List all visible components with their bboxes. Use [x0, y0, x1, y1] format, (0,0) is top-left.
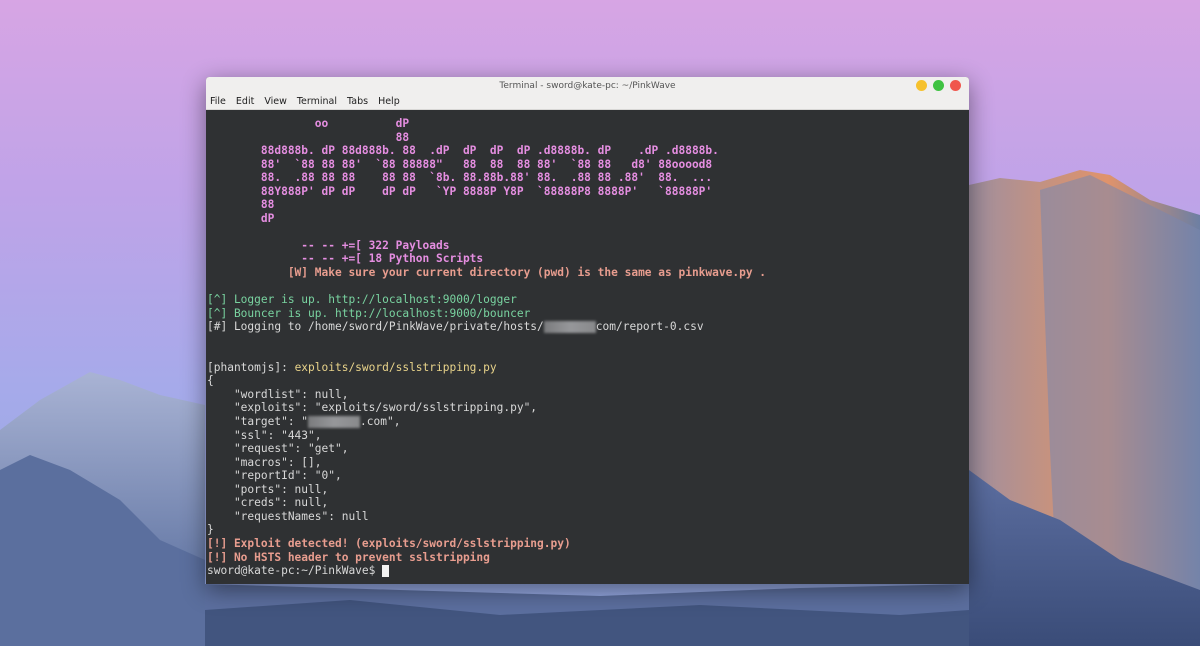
- banner-warning: [W] Make sure your current directory (pw…: [207, 266, 767, 280]
- minimize-button[interactable]: [916, 80, 927, 91]
- menu-file[interactable]: File: [210, 96, 226, 107]
- menu-tabs[interactable]: Tabs: [347, 96, 368, 107]
- json-target-line: "target": " .com",: [207, 415, 969, 429]
- bouncer-status: [^] Bouncer is up. http://localhost:9000…: [207, 306, 531, 320]
- json-line: "exploits": "exploits/sword/sslstripping…: [207, 401, 538, 415]
- redacted-target: [308, 416, 361, 429]
- maximize-button[interactable]: [933, 80, 944, 91]
- banner-payloads: -- -- +=[ 322 Payloads: [207, 238, 450, 252]
- target-prefix: "target": ": [207, 415, 309, 429]
- exploit-detected: [!] Exploit detected! (exploits/sword/ss…: [207, 536, 571, 550]
- text-cursor: [382, 565, 390, 578]
- ascii-art-line: 88Y888P' dP dP dP dP `YP 8888P Y8P `8888…: [207, 184, 713, 198]
- ascii-art-line: 88. .88 88 88 88 88 `8b. 88.88b.88' 88. …: [207, 171, 713, 185]
- json-line: "ssl": "443",: [207, 428, 322, 442]
- phantomjs-prefix: [phantomjs]:: [207, 360, 295, 374]
- banner-scripts: -- -- +=[ 18 Python Scripts: [207, 252, 484, 266]
- json-line: "ports": null,: [207, 482, 329, 496]
- phantomjs-line: [phantomjs]: exploits/sword/sslstripping…: [207, 361, 969, 375]
- phantomjs-script: exploits/sword/sslstripping.py: [294, 360, 497, 374]
- no-hsts-warning: [!] No HSTS header to prevent sslstrippi…: [207, 550, 490, 564]
- shell-prompt: sword@kate-pc:~/PinkWave$: [207, 564, 383, 578]
- ascii-art-line: 88' `88 88 88' `88 88888" 88 88 88 88' `…: [207, 157, 713, 171]
- close-button[interactable]: [950, 80, 961, 91]
- ascii-art-line: dP: [207, 211, 275, 225]
- menu-help[interactable]: Help: [378, 96, 400, 107]
- target-suffix: .com",: [360, 415, 401, 429]
- json-line: "requestNames": null: [207, 509, 369, 523]
- logging-prefix: [#] Logging to /home/sword/PinkWave/priv…: [207, 320, 544, 334]
- menu-view[interactable]: View: [264, 96, 287, 107]
- terminal-window: Terminal - sword@kate-pc: ~/PinkWave Fil…: [206, 77, 969, 584]
- ascii-art-line: 88d888b. dP 88d888b. 88 .dP dP dP dP .d8…: [207, 144, 719, 158]
- json-line: "request": "get",: [207, 442, 349, 456]
- shell-prompt-line[interactable]: sword@kate-pc:~/PinkWave$: [207, 564, 969, 578]
- json-open: {: [207, 374, 214, 388]
- titlebar[interactable]: Terminal - sword@kate-pc: ~/PinkWave: [206, 77, 969, 94]
- menu-terminal[interactable]: Terminal: [297, 96, 337, 107]
- ascii-art-line: oo dP: [207, 117, 410, 130]
- logging-suffix: com/report-0.csv: [595, 320, 704, 334]
- json-line: "creds": null,: [207, 496, 329, 510]
- ascii-art-line: 88: [207, 198, 275, 212]
- logging-path: [#] Logging to /home/sword/PinkWave/priv…: [207, 320, 969, 334]
- json-close: }: [207, 523, 214, 537]
- menu-edit[interactable]: Edit: [236, 96, 254, 107]
- window-controls: [916, 80, 961, 91]
- window-title: Terminal - sword@kate-pc: ~/PinkWave: [499, 80, 676, 91]
- ascii-art-line: 88: [207, 130, 410, 144]
- json-line: "macros": [],: [207, 455, 322, 469]
- json-line: "wordlist": null,: [207, 387, 349, 401]
- terminal-output[interactable]: oo dP 88 88d888b. dP 88d888b. 88 .dP dP …: [206, 110, 969, 584]
- menubar: File Edit View Terminal Tabs Help: [206, 94, 969, 110]
- logger-status: [^] Logger is up. http://localhost:9000/…: [207, 293, 517, 307]
- redacted-host: [543, 321, 596, 334]
- json-line: "reportId": "0",: [207, 469, 342, 483]
